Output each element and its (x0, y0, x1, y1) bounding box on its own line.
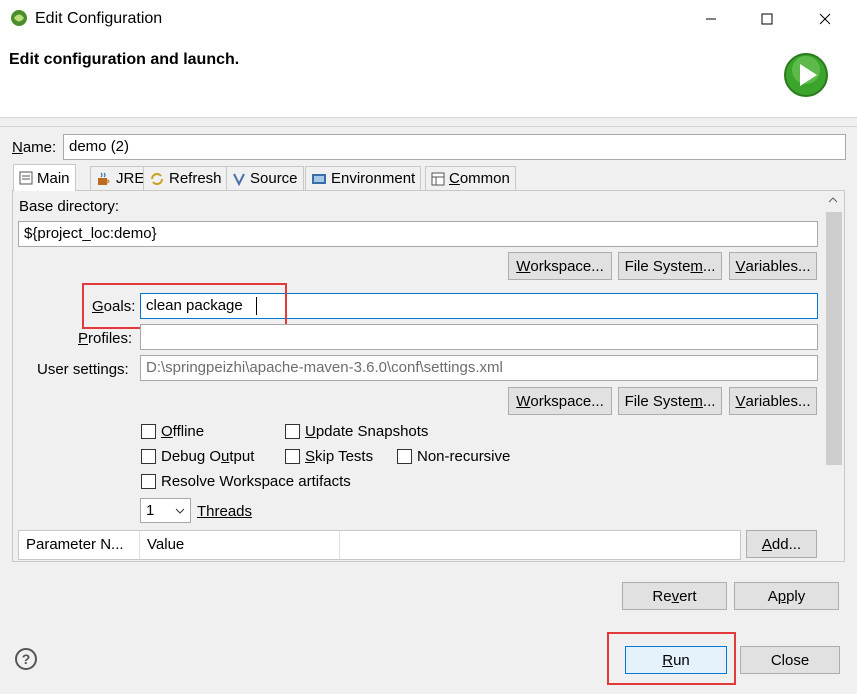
variables-button-2[interactable]: Variables... (729, 387, 817, 415)
update-snapshots-checkbox[interactable]: Update Snapshots (285, 423, 428, 440)
tab-source-label: Source (250, 170, 298, 187)
chevron-down-icon (175, 508, 185, 514)
profiles-input[interactable] (140, 324, 818, 350)
tab-refresh-label: Refresh (169, 170, 222, 187)
update-snapshots-label: Update Snapshots (305, 423, 429, 440)
table-header-parameter[interactable]: Parameter N... (19, 531, 140, 559)
minimize-button[interactable] (688, 6, 734, 32)
offline-label: Offline (161, 423, 205, 440)
profiles-label: Profiles: (78, 330, 133, 347)
jre-icon (98, 172, 110, 185)
resolve-workspace-label: Resolve Workspace artifacts (161, 473, 351, 490)
maximize-button[interactable] (744, 6, 790, 32)
skip-tests-label: Skip Tests (305, 448, 374, 465)
banner-title: Edit configuration and launch. (9, 51, 240, 68)
workspace-button-1[interactable]: Workspace... (508, 252, 612, 280)
resolve-workspace-checkbox[interactable]: Resolve Workspace artifacts (141, 473, 351, 490)
threads-value: 1 (146, 502, 155, 519)
debug-output-checkbox[interactable]: Debug Output (141, 448, 254, 465)
threads-select[interactable]: 1 (140, 498, 191, 523)
workspace-button-2[interactable]: Workspace... (508, 387, 612, 415)
run-logo-icon (784, 53, 828, 97)
header-banner: Edit configuration and launch. (0, 38, 857, 118)
app-icon (11, 10, 27, 26)
tab-environment-label: Environment (331, 170, 416, 187)
common-icon (431, 172, 445, 185)
tab-jre-label: JRE (116, 170, 145, 187)
close-icon (819, 13, 831, 25)
tab-common-label: Common (449, 170, 510, 187)
checkbox-box[interactable] (285, 424, 300, 439)
non-recursive-checkbox[interactable]: Non-recursive (397, 448, 510, 465)
parameter-table[interactable]: Parameter N... Value (18, 530, 741, 560)
checkbox-box[interactable] (141, 449, 156, 464)
window-title: Edit Configuration (35, 10, 163, 27)
threads-label: Threads (197, 503, 253, 520)
title-bar: Edit Configuration (0, 0, 857, 38)
add-parameter-button[interactable]: Add... (746, 530, 817, 558)
tab-main[interactable]: Main (13, 164, 76, 191)
table-header-value[interactable]: Value (140, 531, 340, 559)
tab-jre[interactable]: JRE (90, 166, 151, 190)
variables-button-1[interactable]: Variables... (729, 252, 817, 280)
filesystem-button-2[interactable]: File Syste m... (618, 387, 722, 415)
close-button[interactable]: Close (740, 646, 840, 674)
name-input[interactable]: demo (2) (63, 134, 846, 160)
skip-tests-checkbox[interactable]: Skip Tests (285, 448, 373, 465)
checkbox-box[interactable] (397, 449, 412, 464)
checkbox-box[interactable] (141, 424, 156, 439)
main-tab-icon (19, 171, 33, 185)
environment-icon (312, 173, 326, 184)
debug-output-label: Debug Output (161, 448, 255, 465)
maximize-icon (761, 13, 773, 25)
source-icon (233, 173, 245, 186)
revert-button[interactable]: Re v ert (622, 582, 727, 610)
name-label: Name: (12, 139, 57, 156)
close-window-button[interactable] (802, 6, 848, 32)
run-highlight-box (607, 632, 736, 685)
offline-checkbox[interactable]: Offline (141, 423, 204, 440)
tab-main-label: Main (37, 169, 70, 187)
tab-environment[interactable]: Environment (305, 166, 422, 190)
goals-highlight-box (82, 283, 287, 329)
scrollbar-thumb[interactable] (826, 212, 842, 465)
base-directory-label: Base directory: (19, 198, 120, 215)
checkbox-box[interactable] (285, 449, 300, 464)
tab-refresh[interactable]: Refresh (143, 166, 228, 190)
scroll-up-icon[interactable] (828, 197, 838, 203)
base-directory-input[interactable]: ${project_loc:demo} (18, 221, 818, 247)
help-icon[interactable]: ? (15, 648, 37, 670)
non-recursive-label: Non-recursive (417, 448, 511, 465)
refresh-icon (151, 172, 163, 185)
apply-button[interactable]: Ap ply (734, 582, 839, 610)
checkbox-box[interactable] (141, 474, 156, 489)
tab-source[interactable]: Source (226, 166, 304, 190)
minimize-icon (706, 18, 716, 20)
user-settings-input[interactable]: D:\springpeizhi\apache-maven-3.6.0\conf\… (140, 355, 818, 381)
tab-common[interactable]: Common (425, 166, 516, 190)
filesystem-button-1[interactable]: File Syste m... (618, 252, 722, 280)
user-settings-label: User settings: (37, 361, 129, 378)
